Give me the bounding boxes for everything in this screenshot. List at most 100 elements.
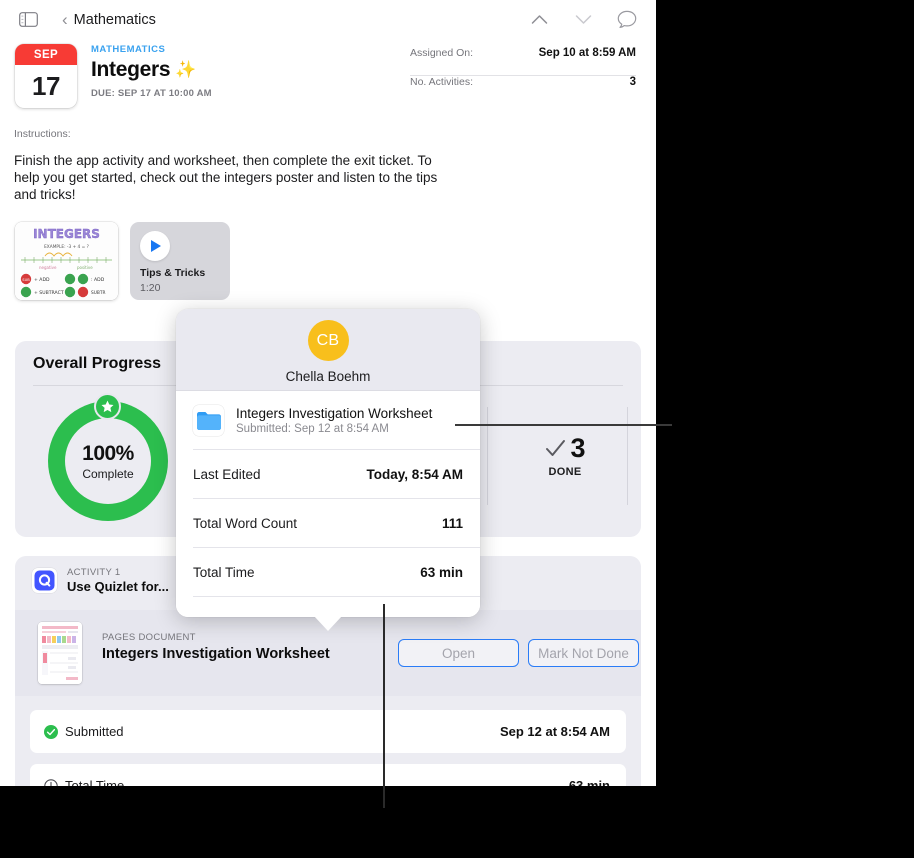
instructions-body: Finish the app activity and worksheet, t…	[14, 153, 438, 202]
activity-labels: ACTIVITY 1 Use Quizlet for...	[67, 567, 169, 594]
svg-text:+ SUBTRACT: + SUBTRACT	[34, 290, 64, 296]
course-label: MATHEMATICS	[91, 44, 166, 55]
svg-text:+ ADD: + ADD	[34, 277, 50, 283]
submitted-label: Submitted	[65, 724, 124, 739]
svg-text:positive: positive	[77, 265, 93, 270]
submitted-value: Sep 12 at 8:54 AM	[499, 724, 610, 739]
page-title: Integers ✨	[91, 58, 212, 82]
progress-ring-center: 100% Complete	[65, 418, 151, 504]
total-time-value: 63 min	[568, 778, 610, 786]
svg-text:EXAMPLE: -3 + 4 = ?: EXAMPLE: -3 + 4 = ?	[44, 244, 89, 250]
meta-row-assigned-on: Assigned On: Sep 10 at 8:59 AM	[410, 47, 636, 75]
svg-text:INTEGERS: INTEGERS	[33, 227, 100, 241]
student-name: Chella Boehm	[285, 369, 371, 384]
toolbar: ‹ Mathematics	[0, 0, 656, 39]
submitted-label-group: Submitted	[44, 724, 124, 739]
star-badge-icon	[94, 393, 121, 420]
comment-bubble-icon[interactable]	[616, 9, 638, 31]
pages-document-thumbnail[interactable]	[38, 622, 82, 684]
popover-row-key: Total Word Count	[193, 515, 298, 531]
popover-row-value: Today, 8:54 AM	[366, 466, 463, 482]
page-title-text: Integers	[91, 58, 171, 81]
popover-row-value: 111	[441, 515, 463, 531]
quizlet-icon	[32, 568, 57, 593]
popover-body: Integers Investigation Worksheet Submitt…	[176, 391, 480, 617]
popover-row-total-word-count: Total Word Count 111	[176, 499, 480, 547]
progress-ring: 100% Complete	[48, 393, 168, 521]
popover-row-last-edited: Last Edited Today, 8:54 AM	[176, 450, 480, 498]
callout-line-vertical	[383, 604, 385, 808]
overall-progress-title: Overall Progress	[33, 355, 162, 372]
activity-index-label: ACTIVITY 1	[67, 567, 121, 578]
audio-attachment-tips-and-tricks[interactable]: Tips & Tricks 1:20	[130, 222, 230, 300]
integers-poster-thumbnail[interactable]: INTEGERS EXAMPLE: -3 + 4 = ? negative po…	[15, 222, 118, 300]
popover-row-value: 63 min	[420, 564, 463, 580]
mark-not-done-button[interactable]: Mark Not Done	[528, 639, 639, 667]
meta-key: No. Activities:	[410, 76, 474, 88]
calendar-day: 17	[32, 71, 60, 101]
back-label: Mathematics	[73, 11, 156, 28]
meta-key: Assigned On:	[410, 47, 474, 59]
popover-file-name: Integers Investigation Worksheet	[236, 406, 433, 421]
audio-duration: 1:20	[140, 282, 161, 294]
document-meta: PAGES DOCUMENT Integers Investigation Wo…	[102, 632, 330, 662]
assignment-title-group: MATHEMATICS Integers ✨ DUE: SEP 17 AT 10…	[91, 44, 212, 99]
progress-vdivider-3	[487, 407, 488, 505]
avatar: CB	[307, 320, 349, 361]
popover-file-row[interactable]: Integers Investigation Worksheet Submitt…	[176, 391, 480, 436]
clock-icon	[44, 778, 58, 786]
progress-vdivider-4	[627, 407, 628, 505]
popover-row-total-time: Total Time 63 min	[176, 548, 480, 596]
progress-percent: 100%	[82, 441, 134, 465]
toolbar-actions	[528, 9, 638, 31]
stat-number-group: 3	[510, 433, 620, 464]
folder-icon	[193, 405, 224, 436]
popover-file-text: Integers Investigation Worksheet Submitt…	[236, 406, 432, 435]
meta-row-no-activities: No. Activities: 3	[410, 76, 636, 104]
popover-divider	[193, 596, 480, 597]
submitted-row: Submitted Sep 12 at 8:54 AM	[30, 710, 626, 753]
screenshot-root: ‹ Mathematics SEP 17 MATHEMATICS Integer…	[0, 0, 914, 858]
callout-line-horizontal	[455, 424, 672, 426]
sidebar-toggle-icon[interactable]	[16, 10, 40, 30]
document-kind: PAGES DOCUMENT	[102, 632, 196, 643]
play-icon[interactable]	[140, 231, 170, 261]
meta-value: Sep 10 at 8:59 AM	[538, 47, 636, 59]
svg-text:negative: negative	[39, 265, 57, 270]
chevron-down-icon[interactable]	[572, 9, 594, 31]
stat-number: 3	[570, 433, 585, 463]
instructions-section: Instructions: Finish the app activity an…	[14, 128, 454, 203]
instructions-label: Instructions:	[14, 128, 71, 140]
assignment-meta: Assigned On: Sep 10 at 8:59 AM No. Activ…	[410, 47, 636, 104]
total-time-label: Total Time	[65, 778, 125, 786]
total-time-row: Total Time 63 min	[30, 764, 626, 786]
audio-title: Tips & Tricks	[140, 267, 206, 279]
chevron-up-icon[interactable]	[528, 9, 550, 31]
assignment-header: SEP 17 MATHEMATICS Integers ✨ DUE: SEP 1…	[0, 39, 656, 121]
stat-caption: DONE	[548, 466, 582, 478]
checkmark-icon	[546, 440, 566, 456]
progress-label: Complete	[82, 466, 134, 481]
back-button[interactable]: ‹ Mathematics	[62, 11, 156, 28]
svg-text:SUB: SUB	[22, 278, 30, 282]
sparkles-icon: ✨	[175, 60, 197, 79]
activity-name: Use Quizlet for...	[67, 579, 169, 594]
calendar-month: SEP	[15, 44, 77, 65]
document-name: Integers Investigation Worksheet	[102, 646, 330, 662]
attachments-row: INTEGERS EXAMPLE: -3 + 4 = ? negative po…	[15, 222, 230, 300]
assignment-detail-pane: ‹ Mathematics SEP 17 MATHEMATICS Integer…	[0, 0, 656, 786]
popover-file-submitted: Submitted: Sep 12 at 8:54 AM	[236, 423, 389, 435]
meta-value: 3	[629, 76, 636, 88]
back-chevron-icon: ‹	[62, 10, 68, 29]
popover-header: CB Chella Boehm	[176, 309, 480, 391]
svg-text:SUBTR: SUBTR	[91, 290, 105, 296]
student-detail-popover: CB Chella Boehm Integers Investigation W…	[176, 309, 480, 631]
popover-row-key: Last Edited	[193, 466, 261, 482]
total-time-label-group: Total Time	[44, 778, 124, 786]
due-date-label: DUE: SEP 17 AT 10:00 AM	[91, 88, 212, 99]
activity-header: ACTIVITY 1 Use Quizlet for...	[32, 567, 169, 594]
svg-text:: ADD: : ADD	[91, 277, 105, 283]
due-date-calendar-badge: SEP 17	[15, 44, 77, 108]
popover-row-key: Total Time	[193, 564, 255, 580]
open-button[interactable]: Open	[398, 639, 519, 667]
